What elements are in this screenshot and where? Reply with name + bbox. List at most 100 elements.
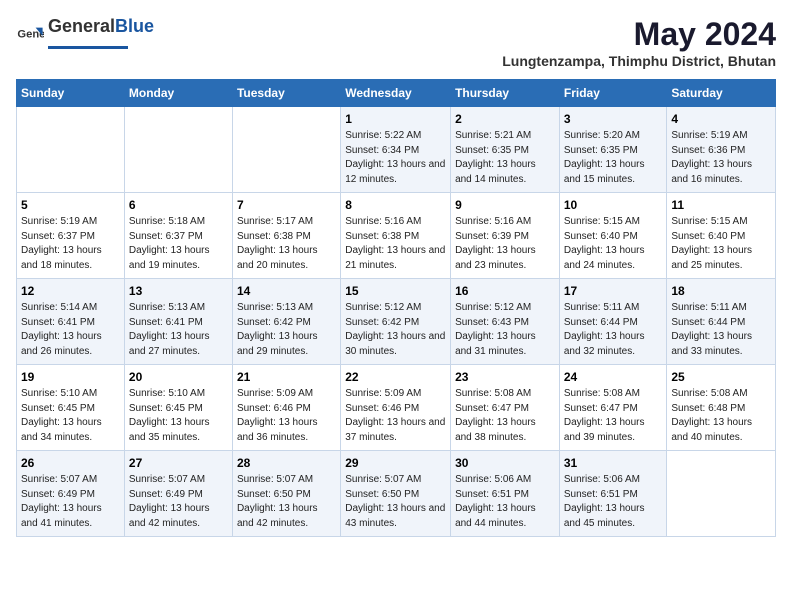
calendar-cell: 23 Sunrise: 5:08 AMSunset: 6:47 PMDaylig… [451, 365, 560, 451]
calendar-cell: 25 Sunrise: 5:08 AMSunset: 6:48 PMDaylig… [667, 365, 776, 451]
day-info: Sunrise: 5:07 AMSunset: 6:49 PMDaylight:… [129, 473, 228, 531]
calendar-cell: 18 Sunrise: 5:11 AMSunset: 6:44 PMDaylig… [667, 279, 776, 365]
day-number: 29 [345, 456, 446, 470]
day-number: 5 [21, 198, 120, 212]
calendar-week-1: 1 Sunrise: 5:22 AMSunset: 6:34 PMDayligh… [17, 107, 776, 193]
day-number: 23 [455, 370, 555, 384]
page-header: General GeneralBlue May 2024 Lungtenzamp… [16, 16, 776, 69]
day-number: 26 [21, 456, 120, 470]
calendar-cell: 12 Sunrise: 5:14 AMSunset: 6:41 PMDaylig… [17, 279, 125, 365]
logo-blue-text: Blue [115, 16, 154, 37]
day-info: Sunrise: 5:10 AMSunset: 6:45 PMDaylight:… [21, 387, 120, 445]
calendar-cell: 7 Sunrise: 5:17 AMSunset: 6:38 PMDayligh… [232, 193, 340, 279]
calendar-cell: 8 Sunrise: 5:16 AMSunset: 6:38 PMDayligh… [341, 193, 451, 279]
day-info: Sunrise: 5:07 AMSunset: 6:50 PMDaylight:… [237, 473, 336, 531]
day-info: Sunrise: 5:11 AMSunset: 6:44 PMDaylight:… [564, 301, 663, 359]
calendar-cell: 20 Sunrise: 5:10 AMSunset: 6:45 PMDaylig… [124, 365, 232, 451]
day-info: Sunrise: 5:07 AMSunset: 6:49 PMDaylight:… [21, 473, 120, 531]
calendar-cell: 16 Sunrise: 5:12 AMSunset: 6:43 PMDaylig… [451, 279, 560, 365]
day-info: Sunrise: 5:21 AMSunset: 6:35 PMDaylight:… [455, 129, 555, 187]
header-wednesday: Wednesday [341, 80, 451, 107]
day-number: 10 [564, 198, 663, 212]
calendar-cell: 14 Sunrise: 5:13 AMSunset: 6:42 PMDaylig… [232, 279, 340, 365]
calendar-cell: 27 Sunrise: 5:07 AMSunset: 6:49 PMDaylig… [124, 451, 232, 537]
calendar-cell: 28 Sunrise: 5:07 AMSunset: 6:50 PMDaylig… [232, 451, 340, 537]
day-number: 13 [129, 284, 228, 298]
calendar-cell: 10 Sunrise: 5:15 AMSunset: 6:40 PMDaylig… [559, 193, 667, 279]
calendar-cell: 21 Sunrise: 5:09 AMSunset: 6:46 PMDaylig… [232, 365, 340, 451]
calendar-cell [667, 451, 776, 537]
day-number: 18 [671, 284, 771, 298]
day-info: Sunrise: 5:06 AMSunset: 6:51 PMDaylight:… [455, 473, 555, 531]
calendar-cell [17, 107, 125, 193]
calendar-cell: 29 Sunrise: 5:07 AMSunset: 6:50 PMDaylig… [341, 451, 451, 537]
day-number: 19 [21, 370, 120, 384]
day-info: Sunrise: 5:10 AMSunset: 6:45 PMDaylight:… [129, 387, 228, 445]
day-info: Sunrise: 5:11 AMSunset: 6:44 PMDaylight:… [671, 301, 771, 359]
header-tuesday: Tuesday [232, 80, 340, 107]
calendar-cell: 4 Sunrise: 5:19 AMSunset: 6:36 PMDayligh… [667, 107, 776, 193]
calendar-week-2: 5 Sunrise: 5:19 AMSunset: 6:37 PMDayligh… [17, 193, 776, 279]
calendar-cell: 17 Sunrise: 5:11 AMSunset: 6:44 PMDaylig… [559, 279, 667, 365]
day-info: Sunrise: 5:15 AMSunset: 6:40 PMDaylight:… [671, 215, 771, 273]
day-number: 22 [345, 370, 446, 384]
day-info: Sunrise: 5:17 AMSunset: 6:38 PMDaylight:… [237, 215, 336, 273]
day-number: 21 [237, 370, 336, 384]
day-info: Sunrise: 5:09 AMSunset: 6:46 PMDaylight:… [345, 387, 446, 445]
calendar-cell: 30 Sunrise: 5:06 AMSunset: 6:51 PMDaylig… [451, 451, 560, 537]
calendar-table: Sunday Monday Tuesday Wednesday Thursday… [16, 79, 776, 537]
day-number: 31 [564, 456, 663, 470]
day-number: 28 [237, 456, 336, 470]
day-number: 6 [129, 198, 228, 212]
day-number: 11 [671, 198, 771, 212]
header-friday: Friday [559, 80, 667, 107]
header-saturday: Saturday [667, 80, 776, 107]
calendar-cell [232, 107, 340, 193]
day-number: 27 [129, 456, 228, 470]
day-info: Sunrise: 5:19 AMSunset: 6:36 PMDaylight:… [671, 129, 771, 187]
day-number: 14 [237, 284, 336, 298]
calendar-cell: 31 Sunrise: 5:06 AMSunset: 6:51 PMDaylig… [559, 451, 667, 537]
header-thursday: Thursday [451, 80, 560, 107]
day-info: Sunrise: 5:08 AMSunset: 6:48 PMDaylight:… [671, 387, 771, 445]
day-info: Sunrise: 5:07 AMSunset: 6:50 PMDaylight:… [345, 473, 446, 531]
day-info: Sunrise: 5:06 AMSunset: 6:51 PMDaylight:… [564, 473, 663, 531]
day-number: 12 [21, 284, 120, 298]
calendar-cell [124, 107, 232, 193]
day-number: 30 [455, 456, 555, 470]
calendar-header-row: Sunday Monday Tuesday Wednesday Thursday… [17, 80, 776, 107]
day-info: Sunrise: 5:19 AMSunset: 6:37 PMDaylight:… [21, 215, 120, 273]
calendar-cell: 5 Sunrise: 5:19 AMSunset: 6:37 PMDayligh… [17, 193, 125, 279]
day-info: Sunrise: 5:09 AMSunset: 6:46 PMDaylight:… [237, 387, 336, 445]
title-block: May 2024 Lungtenzampa, Thimphu District,… [502, 16, 776, 69]
day-info: Sunrise: 5:08 AMSunset: 6:47 PMDaylight:… [564, 387, 663, 445]
logo-icon: General [16, 22, 44, 50]
day-info: Sunrise: 5:22 AMSunset: 6:34 PMDaylight:… [345, 129, 446, 187]
day-number: 7 [237, 198, 336, 212]
day-number: 15 [345, 284, 446, 298]
day-number: 4 [671, 112, 771, 126]
calendar-week-3: 12 Sunrise: 5:14 AMSunset: 6:41 PMDaylig… [17, 279, 776, 365]
day-info: Sunrise: 5:16 AMSunset: 6:38 PMDaylight:… [345, 215, 446, 273]
day-number: 3 [564, 112, 663, 126]
calendar-cell: 26 Sunrise: 5:07 AMSunset: 6:49 PMDaylig… [17, 451, 125, 537]
day-info: Sunrise: 5:20 AMSunset: 6:35 PMDaylight:… [564, 129, 663, 187]
header-sunday: Sunday [17, 80, 125, 107]
day-info: Sunrise: 5:14 AMSunset: 6:41 PMDaylight:… [21, 301, 120, 359]
calendar-cell: 22 Sunrise: 5:09 AMSunset: 6:46 PMDaylig… [341, 365, 451, 451]
day-number: 16 [455, 284, 555, 298]
calendar-cell: 2 Sunrise: 5:21 AMSunset: 6:35 PMDayligh… [451, 107, 560, 193]
calendar-cell: 9 Sunrise: 5:16 AMSunset: 6:39 PMDayligh… [451, 193, 560, 279]
calendar-cell: 11 Sunrise: 5:15 AMSunset: 6:40 PMDaylig… [667, 193, 776, 279]
day-info: Sunrise: 5:16 AMSunset: 6:39 PMDaylight:… [455, 215, 555, 273]
calendar-week-4: 19 Sunrise: 5:10 AMSunset: 6:45 PMDaylig… [17, 365, 776, 451]
logo: General GeneralBlue [16, 16, 154, 55]
day-number: 2 [455, 112, 555, 126]
day-number: 8 [345, 198, 446, 212]
day-number: 24 [564, 370, 663, 384]
calendar-cell: 6 Sunrise: 5:18 AMSunset: 6:37 PMDayligh… [124, 193, 232, 279]
calendar-cell: 13 Sunrise: 5:13 AMSunset: 6:41 PMDaylig… [124, 279, 232, 365]
day-info: Sunrise: 5:15 AMSunset: 6:40 PMDaylight:… [564, 215, 663, 273]
day-info: Sunrise: 5:13 AMSunset: 6:42 PMDaylight:… [237, 301, 336, 359]
day-number: 1 [345, 112, 446, 126]
